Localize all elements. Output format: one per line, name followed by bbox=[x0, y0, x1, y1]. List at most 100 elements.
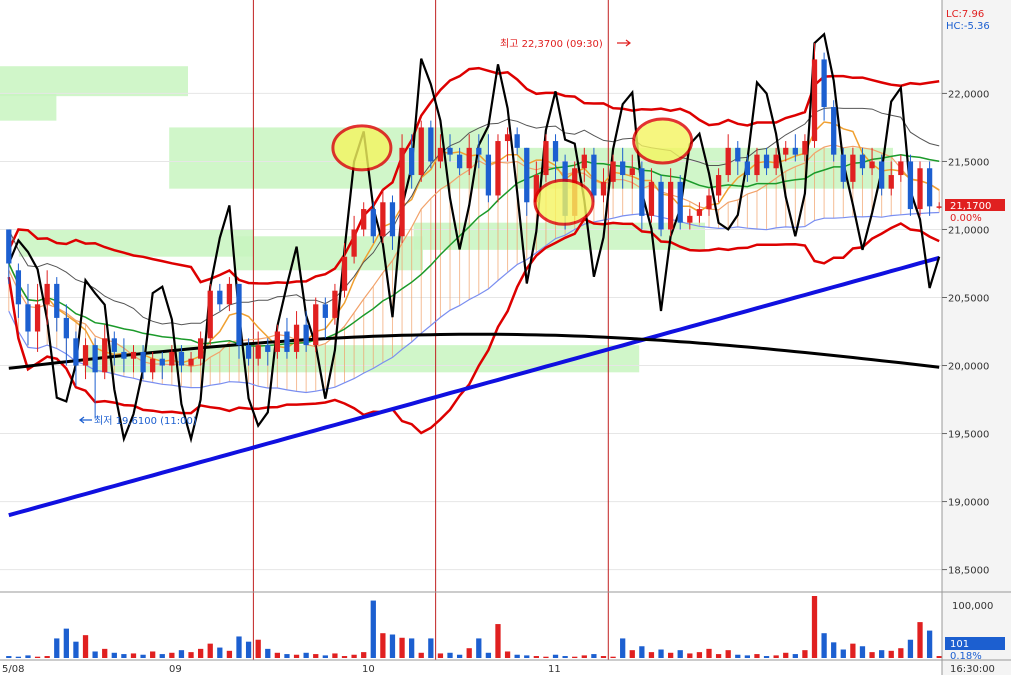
candle-body-54 bbox=[524, 147, 530, 203]
current-change: 0.00% bbox=[950, 213, 982, 224]
volume-bar-5 bbox=[54, 638, 60, 658]
candle-body-97 bbox=[936, 206, 942, 208]
candle-body-12 bbox=[121, 351, 127, 359]
candle-body-51 bbox=[495, 141, 501, 196]
candle-body-69 bbox=[667, 181, 674, 230]
candle-body-84 bbox=[811, 59, 818, 142]
volume-bar-27 bbox=[265, 648, 271, 658]
volume-bar-55 bbox=[533, 656, 539, 658]
current-price: 21,1700 bbox=[950, 201, 991, 212]
volume-bar-29 bbox=[284, 654, 290, 658]
current-volume-pct: 0.18% bbox=[950, 651, 982, 662]
candle-body-77 bbox=[744, 161, 751, 176]
volume-bar-50 bbox=[485, 652, 492, 658]
candle-body-32 bbox=[313, 304, 319, 346]
candle-body-52 bbox=[504, 134, 511, 142]
candle-body-81 bbox=[783, 147, 789, 155]
candle-body-19 bbox=[188, 358, 194, 366]
current-volume: 101 bbox=[950, 639, 969, 650]
candle-body-5 bbox=[54, 283, 60, 318]
stock-chart: 22,0000 21,5000 21,0000 20,5000 20,0000 19,50… bbox=[0, 0, 1011, 675]
volume-bar-43 bbox=[418, 652, 424, 658]
candle-body-13 bbox=[130, 351, 137, 359]
volume-bar-94 bbox=[907, 639, 914, 658]
time-clock: 16:30:00 bbox=[950, 664, 995, 675]
time-label-2: 10 bbox=[362, 664, 375, 675]
volume-bar-30 bbox=[293, 654, 300, 658]
volume-bar-23 bbox=[226, 650, 233, 658]
candle-body-14 bbox=[140, 351, 146, 373]
candle-body-82 bbox=[792, 147, 798, 155]
candle-body-95 bbox=[917, 168, 923, 210]
volume-bar-32 bbox=[313, 654, 319, 658]
candle-body-26 bbox=[255, 345, 261, 359]
candle-body-45 bbox=[437, 147, 444, 162]
high-annotation: 최고 22,3700 (09:30) bbox=[500, 38, 603, 50]
price-tick-label-4: 20,0000 bbox=[948, 362, 989, 373]
candle-body-36 bbox=[351, 229, 357, 257]
volume-bar-16 bbox=[159, 654, 165, 658]
candle-body-31 bbox=[303, 324, 309, 346]
candle-body-65 bbox=[629, 168, 635, 176]
time-label-1: 09 bbox=[169, 664, 182, 675]
signal-circle-2 bbox=[632, 117, 694, 165]
candle-body-24 bbox=[236, 283, 242, 346]
zone-band-5 bbox=[235, 236, 423, 271]
candle-body-93 bbox=[898, 161, 904, 176]
candle-body-75 bbox=[725, 147, 731, 176]
volume-bar-51 bbox=[495, 624, 501, 658]
volume-bar-37 bbox=[361, 652, 367, 658]
volume-bar-79 bbox=[763, 656, 770, 658]
volume-bar-56 bbox=[543, 656, 549, 658]
volume-bar-15 bbox=[150, 651, 156, 658]
volume-bar-80 bbox=[773, 655, 779, 658]
volume-bar-34 bbox=[332, 653, 338, 658]
price-tick-label-5: 19,5000 bbox=[948, 430, 989, 441]
candle-body-73 bbox=[706, 195, 712, 210]
signal-circle-1 bbox=[533, 178, 595, 226]
volume-bar-49 bbox=[476, 638, 482, 658]
candle-body-87 bbox=[840, 154, 846, 182]
candle-body-20 bbox=[197, 338, 204, 359]
volume-bar-39 bbox=[380, 633, 386, 658]
candle-body-15 bbox=[150, 358, 156, 373]
volume-bar-71 bbox=[687, 653, 693, 658]
volume-bar-14 bbox=[140, 654, 146, 658]
volume-bar-6 bbox=[63, 628, 69, 658]
volume-bar-36 bbox=[351, 654, 357, 658]
candle-body-92 bbox=[888, 175, 894, 189]
candle-body-85 bbox=[821, 59, 827, 108]
volume-bar-92 bbox=[888, 650, 894, 658]
volume-bar-65 bbox=[629, 650, 635, 658]
volume-bar-91 bbox=[879, 650, 885, 658]
candle-body-79 bbox=[763, 154, 770, 169]
candle-body-68 bbox=[658, 181, 664, 230]
volume-bar-8 bbox=[82, 635, 89, 658]
candle-body-41 bbox=[399, 147, 405, 237]
volume-top-tick: 100,000 bbox=[952, 601, 993, 612]
price-tick-label-1: 21,5000 bbox=[948, 157, 989, 168]
volume-bar-86 bbox=[831, 642, 837, 658]
volume-bar-60 bbox=[581, 655, 587, 658]
volume-bar-28 bbox=[274, 652, 281, 658]
volume-bar-24 bbox=[236, 636, 242, 658]
candle-body-66 bbox=[639, 168, 645, 216]
volume-bar-0 bbox=[6, 656, 12, 658]
volume-bar-48 bbox=[466, 648, 472, 658]
volume-bar-10 bbox=[102, 648, 108, 658]
volume-bar-31 bbox=[303, 652, 309, 658]
candle-body-25 bbox=[245, 345, 252, 359]
candle-body-86 bbox=[831, 107, 837, 155]
volume-bar-44 bbox=[428, 638, 434, 658]
candle-body-8 bbox=[82, 345, 89, 366]
time-label-3: 11 bbox=[548, 664, 561, 675]
candle-body-62 bbox=[600, 181, 607, 196]
candle-body-29 bbox=[284, 331, 290, 352]
candle-body-1 bbox=[15, 270, 22, 305]
volume-bar-11 bbox=[111, 652, 117, 658]
volume-bar-33 bbox=[322, 655, 328, 658]
volume-bar-89 bbox=[859, 646, 866, 658]
candle-body-96 bbox=[926, 168, 933, 207]
volume-bar-64 bbox=[620, 638, 626, 658]
candle-body-47 bbox=[456, 154, 463, 169]
